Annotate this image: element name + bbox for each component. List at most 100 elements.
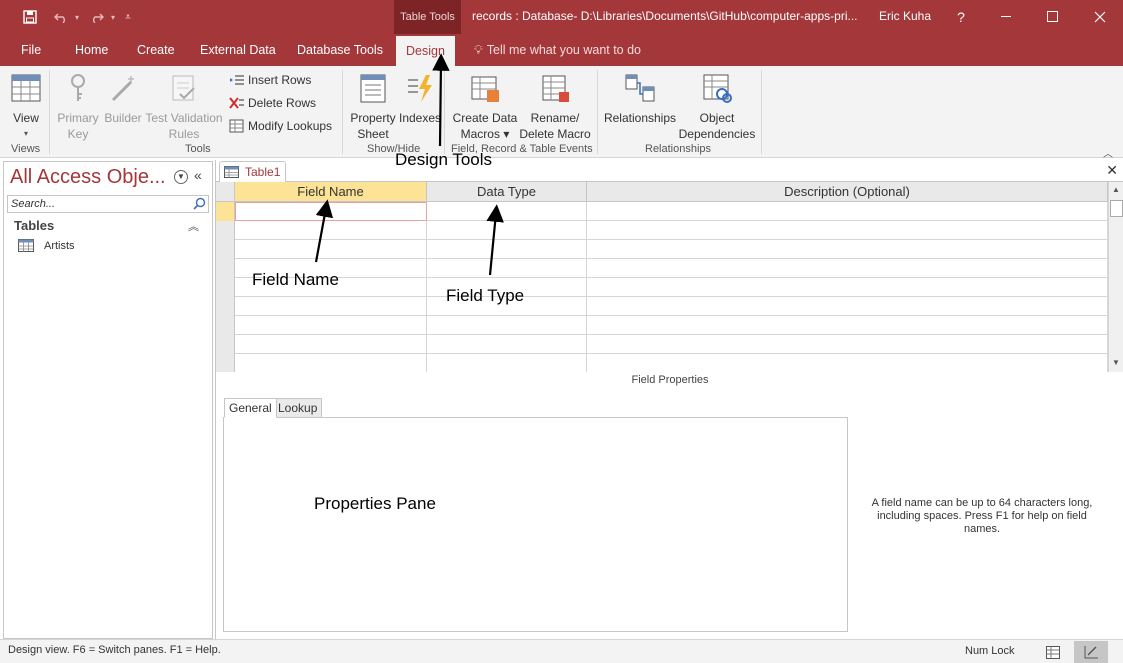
- minimize-icon[interactable]: [984, 0, 1030, 34]
- field-name-cell[interactable]: [235, 297, 427, 316]
- row-selector[interactable]: [216, 354, 235, 372]
- properties-pane[interactable]: [223, 417, 848, 632]
- table-row[interactable]: [216, 221, 1108, 240]
- data-type-cell[interactable]: [427, 316, 587, 335]
- builder-button[interactable]: Builder: [101, 72, 145, 126]
- field-name-cell[interactable]: [235, 278, 427, 297]
- field-name-cell[interactable]: [235, 221, 427, 240]
- field-name-cell[interactable]: [235, 202, 427, 221]
- create-data-macros-button[interactable]: Create Data Macros ▾: [450, 72, 520, 142]
- table-row[interactable]: [216, 240, 1108, 259]
- save-icon[interactable]: [18, 0, 42, 34]
- row-selector[interactable]: [216, 316, 235, 335]
- data-type-cell[interactable]: [427, 278, 587, 297]
- redo-dropdown-icon[interactable]: ▾: [108, 0, 118, 34]
- collapse-ribbon-icon[interactable]: ︿: [1103, 145, 1113, 160]
- document-tab-table1[interactable]: Table1: [219, 161, 286, 182]
- user-name[interactable]: Eric Kuha: [879, 9, 931, 23]
- data-type-cell[interactable]: [427, 259, 587, 278]
- description-cell[interactable]: [587, 278, 1108, 297]
- tab-design[interactable]: Design: [396, 36, 455, 66]
- tab-general[interactable]: General: [224, 398, 277, 418]
- rename-delete-macro-button[interactable]: Rename/ Delete Macro: [518, 72, 592, 142]
- data-type-cell[interactable]: [427, 202, 587, 221]
- customize-qat-icon[interactable]: ⩡: [120, 0, 136, 34]
- search-icon[interactable]: [193, 197, 206, 215]
- tab-database-tools[interactable]: Database Tools: [297, 34, 383, 66]
- row-selector[interactable]: [216, 221, 235, 240]
- table-row[interactable]: [216, 297, 1108, 316]
- test-validation-rules-button[interactable]: Test Validation Rules: [145, 72, 223, 142]
- view-button[interactable]: View ▾: [6, 72, 46, 142]
- modify-lookups-button[interactable]: Modify Lookups: [229, 119, 332, 133]
- row-selector[interactable]: [216, 297, 235, 316]
- indexes-button[interactable]: Indexes: [398, 72, 442, 126]
- row-selector[interactable]: [216, 240, 235, 259]
- primary-key-button[interactable]: Primary Key: [55, 72, 101, 142]
- shutter-bar-icon[interactable]: «: [194, 167, 202, 183]
- insert-rows-button[interactable]: Insert Rows: [229, 73, 311, 87]
- field-name-cell[interactable]: [235, 259, 427, 278]
- maximize-icon[interactable]: [1030, 0, 1076, 34]
- field-name-cell[interactable]: [235, 316, 427, 335]
- data-type-cell[interactable]: [427, 354, 587, 372]
- data-type-cell[interactable]: [427, 297, 587, 316]
- tab-lookup[interactable]: Lookup: [273, 398, 323, 418]
- row-selector[interactable]: [216, 278, 235, 297]
- nav-group-tables[interactable]: Tables: [14, 218, 54, 233]
- nav-search-input[interactable]: Search...: [7, 195, 209, 213]
- scroll-up-icon[interactable]: ▲: [1112, 185, 1120, 194]
- relationships-button[interactable]: Relationships: [603, 72, 677, 126]
- table-row[interactable]: [216, 316, 1108, 335]
- table-row[interactable]: [216, 354, 1108, 372]
- tell-me-search[interactable]: 💡︎ Tell me what you want to do: [474, 34, 641, 66]
- scroll-down-icon[interactable]: ▼: [1112, 358, 1120, 367]
- undo-dropdown-icon[interactable]: ▾: [72, 0, 82, 34]
- row-selector[interactable]: [216, 202, 235, 221]
- select-all-corner[interactable]: [216, 182, 235, 202]
- table-row[interactable]: [216, 259, 1108, 278]
- description-cell[interactable]: [587, 259, 1108, 278]
- tab-home[interactable]: Home: [75, 34, 108, 66]
- description-cell[interactable]: [587, 335, 1108, 354]
- table-row[interactable]: [216, 278, 1108, 297]
- description-cell[interactable]: [587, 316, 1108, 335]
- description-cell[interactable]: [587, 202, 1108, 221]
- description-cell[interactable]: [587, 297, 1108, 316]
- description-cell[interactable]: [587, 354, 1108, 372]
- tab-create[interactable]: Create: [137, 34, 175, 66]
- object-dependencies-button[interactable]: Object Dependencies: [677, 72, 757, 142]
- chevron-down-icon[interactable]: ▼: [174, 170, 188, 184]
- scrollbar-thumb[interactable]: [1110, 200, 1123, 217]
- row-selector[interactable]: [216, 259, 235, 278]
- nav-pane-title[interactable]: All Access Obje...: [10, 166, 166, 189]
- table-row[interactable]: [216, 335, 1108, 354]
- column-header-field-name[interactable]: Field Name: [235, 182, 427, 202]
- grid-vertical-scrollbar[interactable]: ▲ ▼: [1108, 182, 1123, 372]
- redo-icon[interactable]: [86, 0, 108, 34]
- column-header-description[interactable]: Description (Optional): [587, 182, 1108, 202]
- data-type-cell[interactable]: [427, 335, 587, 354]
- collapse-group-icon[interactable]: ︽: [188, 218, 199, 234]
- field-name-cell[interactable]: [235, 335, 427, 354]
- undo-icon[interactable]: [50, 0, 72, 34]
- column-header-data-type[interactable]: Data Type: [427, 182, 587, 202]
- row-selector[interactable]: [216, 335, 235, 354]
- close-document-icon[interactable]: ✕: [1106, 162, 1118, 179]
- property-sheet-button[interactable]: Property Sheet: [348, 72, 398, 142]
- description-cell[interactable]: [587, 221, 1108, 240]
- tab-external-data[interactable]: External Data: [200, 34, 276, 66]
- tab-file[interactable]: File: [21, 34, 41, 66]
- nav-item-artists[interactable]: Artists: [18, 239, 75, 252]
- datasheet-view-button[interactable]: [1036, 641, 1070, 663]
- delete-rows-button[interactable]: Delete Rows: [229, 96, 316, 110]
- field-name-cell[interactable]: [235, 354, 427, 372]
- close-icon[interactable]: [1077, 0, 1123, 34]
- field-name-cell[interactable]: [235, 240, 427, 259]
- data-type-cell[interactable]: [427, 221, 587, 240]
- table-row[interactable]: [216, 202, 1108, 221]
- description-cell[interactable]: [587, 240, 1108, 259]
- data-type-cell[interactable]: [427, 240, 587, 259]
- help-button[interactable]: ?: [938, 0, 984, 34]
- design-view-button[interactable]: [1074, 641, 1108, 663]
